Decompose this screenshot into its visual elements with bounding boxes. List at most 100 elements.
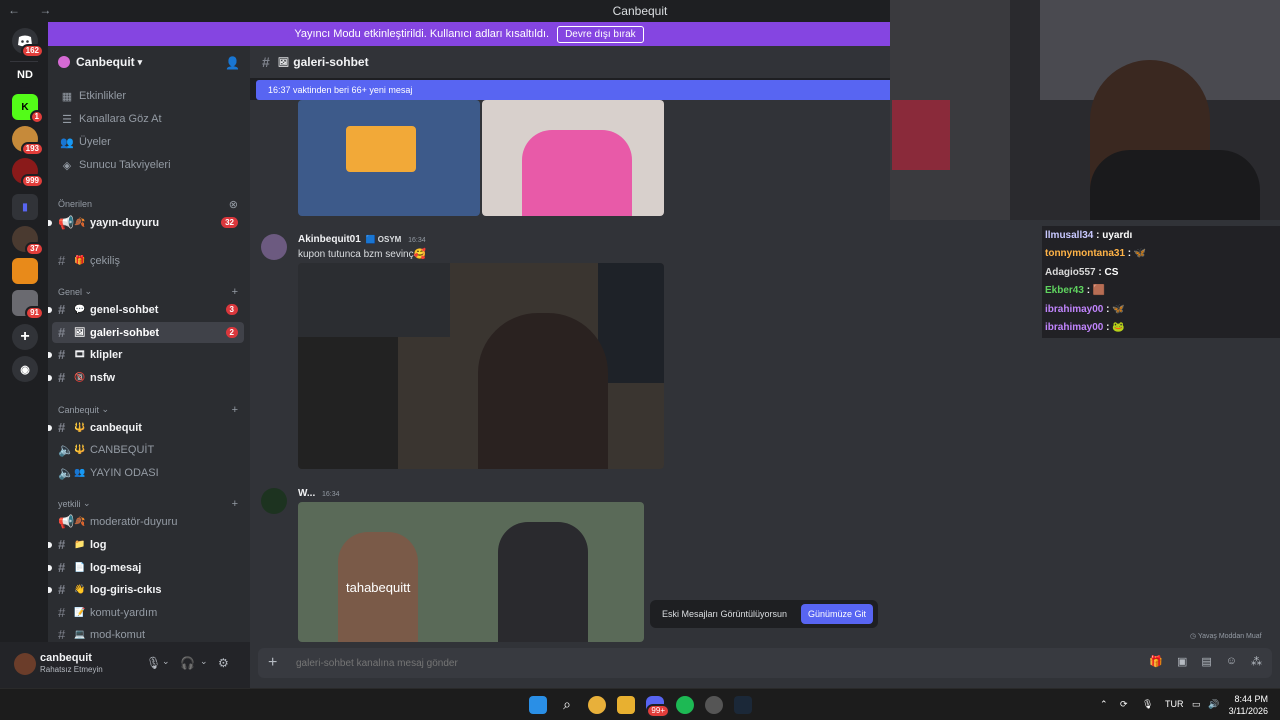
category-yetkili[interactable]: yetkili ⌄ + — [58, 498, 238, 510]
server-cartoon[interactable]: 193 — [12, 126, 44, 156]
windows-taskbar: ⌕ 99+ ⌃ ⟳ 🎙 TUR ▭ 🔊 8:44 PM 3/11/2026 — [0, 688, 1280, 720]
folder-icon[interactable]: ▮ — [12, 194, 38, 220]
message-image[interactable]: tahabequitt — [298, 502, 644, 642]
server-nd[interactable]: ND — [12, 62, 38, 88]
spotify-icon[interactable] — [676, 696, 694, 714]
server-red[interactable]: 999 — [12, 158, 44, 188]
hash-icon: # — [262, 54, 270, 70]
new-messages-bar[interactable]: 16:37 vaktinden beri 66+ yeni mesaj — [256, 80, 890, 100]
category-canbequit[interactable]: Canbequit ⌄ + — [58, 404, 238, 416]
steam-icon[interactable] — [734, 696, 752, 714]
discord-icon[interactable]: 99+ — [646, 696, 670, 718]
chat-line: ibrahimay00 : 🐸 — [1045, 322, 1125, 333]
channel-header: # 🖼 galeri-sohbet — [250, 46, 890, 78]
username[interactable]: canbequit — [40, 652, 92, 664]
channel-genel-sohbet[interactable]: # 💬 genel-sohbet 3 — [48, 299, 244, 320]
channel-canbequit[interactable]: # 🔱 canbequit — [48, 417, 244, 438]
channel-yayin-duyuru[interactable]: 📢 🍂 yayın-duyuru 32 — [48, 212, 244, 233]
server-name: Canbequit — [76, 55, 135, 69]
hash-icon: # — [58, 537, 66, 552]
file-explorer-icon[interactable] — [617, 696, 635, 714]
message-author[interactable]: W... 16:34 — [298, 488, 340, 499]
category-genel[interactable]: Genel ⌄ + — [58, 286, 238, 298]
server-header[interactable]: Canbequit ▾ 👤 — [48, 46, 250, 78]
server-gray[interactable]: 91 — [12, 290, 44, 320]
voice-channel-canbequit[interactable]: 🔈 🔱 CANBEQUİT — [52, 439, 244, 460]
channel-komut-yardim[interactable]: # 📝 komut-yardım — [52, 602, 244, 623]
hash-icon: # — [58, 627, 66, 642]
add-server-icon[interactable]: + — [12, 324, 38, 350]
channel-log-giris-cikis[interactable]: # 👋 log-giris-cıkıs — [48, 579, 244, 600]
jump-to-present-button[interactable]: Günümüze Git — [800, 604, 873, 624]
nav-browse-channels[interactable]: ☰ Kanallara Göz At — [60, 109, 162, 129]
add-channel-icon[interactable]: + — [232, 404, 238, 416]
disable-streamer-mode-button[interactable]: Devre dışı bırak — [557, 25, 644, 43]
add-member-icon[interactable]: 👤 — [225, 56, 240, 70]
volume-icon[interactable]: 🔊 — [1208, 699, 1219, 710]
apps-icon[interactable]: ⁂ — [1251, 655, 1262, 668]
message-author[interactable]: Akinbequit01 🟦 OSYM 16:34 — [298, 234, 426, 245]
dm-badge: 162 — [20, 44, 44, 58]
avatar[interactable] — [261, 488, 287, 514]
chevron-down-icon[interactable]: ⌄ — [200, 656, 208, 667]
discover-icon[interactable]: ◉ — [12, 356, 38, 382]
avatar[interactable] — [14, 653, 36, 675]
channel-klipler[interactable]: # 🎞 klipler — [48, 344, 244, 365]
sync-icon[interactable]: ⟳ — [1120, 699, 1128, 710]
chevron-up-icon[interactable]: ⌃ — [1100, 699, 1108, 710]
channel-log-mesaj[interactable]: # 📄 log-mesaj — [48, 557, 244, 578]
server-orange[interactable] — [12, 258, 38, 284]
slowmode-indicator: ◷ Yavaş Moddan Muaf — [1190, 633, 1262, 640]
nav-members[interactable]: 👥 Üyeler — [60, 132, 111, 152]
hash-icon: # — [58, 370, 66, 385]
channel-cekilis[interactable]: # 🎁 çekiliş — [52, 250, 244, 271]
server-canbequit[interactable]: 37 — [12, 226, 44, 256]
old-messages-notice: Eski Mesajları Görüntülüyorsun Günümüze … — [650, 600, 878, 628]
add-channel-icon[interactable]: + — [232, 286, 238, 298]
members-icon: 👥 — [60, 136, 74, 149]
message-image[interactable] — [298, 263, 664, 469]
boost-icon: ◈ — [62, 159, 72, 172]
message-image[interactable] — [298, 100, 480, 216]
gift-icon[interactable]: 🎁 — [1149, 655, 1163, 668]
hash-icon: # — [58, 347, 66, 362]
language-indicator[interactable]: TUR — [1165, 699, 1184, 709]
gear-icon[interactable]: ⚙ — [218, 656, 229, 670]
sticker-icon[interactable]: ▤ — [1201, 655, 1211, 668]
nav-events[interactable]: ▦ Etkinlikler — [60, 86, 126, 106]
emoji-icon[interactable]: ☺ — [1226, 655, 1237, 668]
channel-log[interactable]: # 📁 log — [48, 534, 244, 555]
search-icon[interactable]: ⌕ — [558, 696, 576, 714]
video-caption: tahabequitt — [346, 580, 411, 595]
microphone-icon[interactable]: 🎙 — [1142, 699, 1153, 710]
nav-server-boosts[interactable]: ◈ Sunucu Takviyeleri — [60, 155, 171, 175]
attach-plus-icon[interactable]: + — [268, 654, 277, 672]
server-kick[interactable]: K1 — [12, 94, 44, 124]
chrome-icon[interactable] — [588, 696, 606, 714]
channel-galeri-sohbet[interactable]: # 🖼 galeri-sohbet 2 — [52, 322, 244, 343]
add-channel-icon[interactable]: + — [232, 498, 238, 510]
hash-icon: # — [58, 582, 66, 597]
hash-icon: # — [58, 253, 66, 268]
avatar[interactable] — [261, 234, 287, 260]
network-icon[interactable]: ▭ — [1192, 699, 1201, 710]
channel-moderator-duyuru[interactable]: 📢 🍂 moderatör-duyuru — [52, 511, 244, 532]
message-input[interactable] — [296, 654, 1096, 672]
microphone-icon[interactable]: 🎙 — [146, 656, 161, 670]
close-icon[interactable]: ⊗ — [229, 198, 238, 211]
start-icon[interactable] — [529, 696, 547, 714]
clock[interactable]: 8:44 PM 3/11/2026 — [1229, 693, 1268, 717]
obs-icon[interactable] — [705, 696, 723, 714]
gif-icon[interactable]: ▣ — [1177, 655, 1187, 668]
channel-nsfw[interactable]: # 🔞 nsfw — [48, 367, 244, 388]
category-suggested[interactable]: Önerilen ⊗ — [58, 198, 238, 211]
direct-messages-button[interactable]: 162 — [12, 28, 44, 58]
chevron-down-icon[interactable]: ⌄ — [162, 656, 170, 667]
channel-mod-komut[interactable]: # 💻 mod-komut — [52, 624, 244, 642]
hash-icon: # — [58, 325, 66, 340]
message-image[interactable] — [482, 100, 664, 216]
voice-channel-yayin-odasi[interactable]: 🔈 👥 YAYIN ODASI — [52, 462, 244, 483]
banner-text: Yayıncı Modu etkinleştirildi. Kullanıcı … — [294, 28, 550, 40]
message-composer: + 🎁 ▣ ▤ ☺ ⁂ — [250, 642, 1280, 688]
headphones-icon[interactable]: 🎧 — [180, 656, 195, 670]
